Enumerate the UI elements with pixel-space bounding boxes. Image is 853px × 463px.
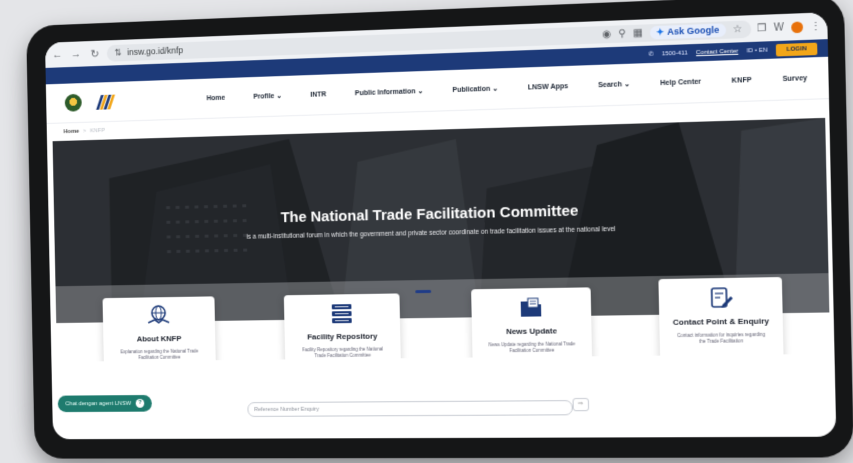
edit-document-icon bbox=[705, 286, 734, 309]
card-description: Explanation regarding the National Trade… bbox=[120, 348, 199, 361]
card-title: Facility Repository bbox=[307, 331, 378, 342]
menu-item-lnsw-apps[interactable]: LNSW Apps bbox=[528, 83, 569, 91]
main-menu: Home Profile ⌄ INTR Public Information ⌄… bbox=[178, 74, 808, 103]
menu-item-profile[interactable]: Profile ⌄ bbox=[253, 92, 282, 101]
ministry-emblem-logo[interactable] bbox=[64, 93, 82, 112]
phone-icon: ✆ bbox=[648, 51, 654, 58]
toolbar-icons: ❐ W ⋮ bbox=[757, 20, 821, 34]
contact-center-link[interactable]: Contact Center bbox=[696, 48, 738, 56]
google-ai-icon: ✦ bbox=[656, 26, 665, 37]
card-contact-point-enquiry[interactable]: Contact Point & Enquiry Contact informat… bbox=[658, 277, 784, 365]
card-description: News Update regarding the National Trade… bbox=[488, 341, 576, 354]
extension-w-icon[interactable]: W bbox=[774, 22, 784, 34]
menu-item-search[interactable]: Search ⌄ bbox=[598, 80, 630, 89]
browser-window: ← → ↻ ⇅ insw.go.id/knfp ◉ ⚲ ▦ ✦ Ask Goog… bbox=[45, 12, 837, 440]
reload-icon[interactable]: ↻ bbox=[88, 47, 101, 60]
menu-item-public-information[interactable]: Public Information ⌄ bbox=[355, 87, 424, 97]
address-bar-icons: ◉ ⚲ ▦ ✦ Ask Google ☆ bbox=[602, 22, 742, 41]
forward-arrow-icon[interactable]: → bbox=[69, 48, 82, 60]
login-button[interactable]: LOGIN bbox=[775, 42, 818, 56]
bookmark-star-icon[interactable]: ☆ bbox=[733, 23, 743, 35]
reference-number-input[interactable]: Reference Number Enquiry bbox=[247, 400, 573, 417]
breadcrumb-home[interactable]: Home bbox=[64, 129, 80, 135]
page-footer-area: Chat dengan agent LNSW ? Reference Numbe… bbox=[57, 353, 832, 430]
card-description: Facility Repository regarding the Nation… bbox=[302, 346, 383, 359]
ask-google-button[interactable]: ✦ Ask Google bbox=[649, 22, 726, 40]
ask-google-label: Ask Google bbox=[667, 24, 720, 37]
breadcrumb-current: KNFP bbox=[89, 127, 106, 135]
install-icon[interactable]: ▦ bbox=[633, 27, 643, 39]
chat-label: Chat dengan agent LNSW bbox=[65, 400, 132, 407]
site-logos bbox=[64, 90, 178, 112]
card-description: Contact information for inquiries regard… bbox=[677, 331, 766, 345]
folder-document-icon bbox=[520, 296, 542, 317]
reference-placeholder: Reference Number Enquiry bbox=[254, 406, 319, 413]
menu-item-help-center[interactable]: Help Center bbox=[660, 78, 701, 87]
device-frame: ← → ↻ ⇅ insw.go.id/knfp ◉ ⚲ ▦ ✦ Ask Goog… bbox=[26, 0, 853, 459]
menu-item-knfp[interactable]: KNFP bbox=[732, 76, 752, 84]
menu-item-survey[interactable]: Survey bbox=[782, 75, 807, 83]
phone-number: 1500-411 bbox=[661, 49, 688, 57]
zoom-icon[interactable]: ⚲ bbox=[618, 28, 626, 39]
back-arrow-icon[interactable]: ← bbox=[51, 49, 64, 61]
menu-item-intr[interactable]: INTR bbox=[310, 91, 326, 98]
menu-item-publication[interactable]: Publication ⌄ bbox=[452, 84, 498, 94]
menu-kebab-icon[interactable]: ⋮ bbox=[810, 20, 821, 32]
help-question-icon: ? bbox=[135, 398, 145, 408]
globe-handshake-icon bbox=[145, 305, 172, 327]
chat-agent-button[interactable]: Chat dengan agent LNSW ? bbox=[57, 394, 153, 413]
reference-search-button[interactable]: ⇨ bbox=[572, 397, 590, 412]
card-title: News Update bbox=[505, 326, 558, 337]
language-switch[interactable]: ID • EN bbox=[747, 47, 768, 54]
carousel-indicator[interactable] bbox=[415, 289, 432, 294]
card-title: Contact Point & Enquiry bbox=[672, 316, 770, 327]
breadcrumb-separator: > bbox=[82, 128, 87, 135]
url-text: insw.go.id/knfp bbox=[127, 45, 184, 58]
stacked-books-icon bbox=[331, 304, 352, 324]
site-settings-icon[interactable]: ⇅ bbox=[114, 47, 121, 58]
menu-item-home[interactable]: Home bbox=[206, 94, 225, 101]
card-title: About KNFP bbox=[136, 334, 182, 344]
extensions-icon[interactable]: ❐ bbox=[757, 22, 767, 34]
lnsw-logo[interactable] bbox=[96, 94, 116, 110]
profile-avatar[interactable] bbox=[791, 20, 804, 33]
lens-icon[interactable]: ◉ bbox=[602, 28, 611, 40]
